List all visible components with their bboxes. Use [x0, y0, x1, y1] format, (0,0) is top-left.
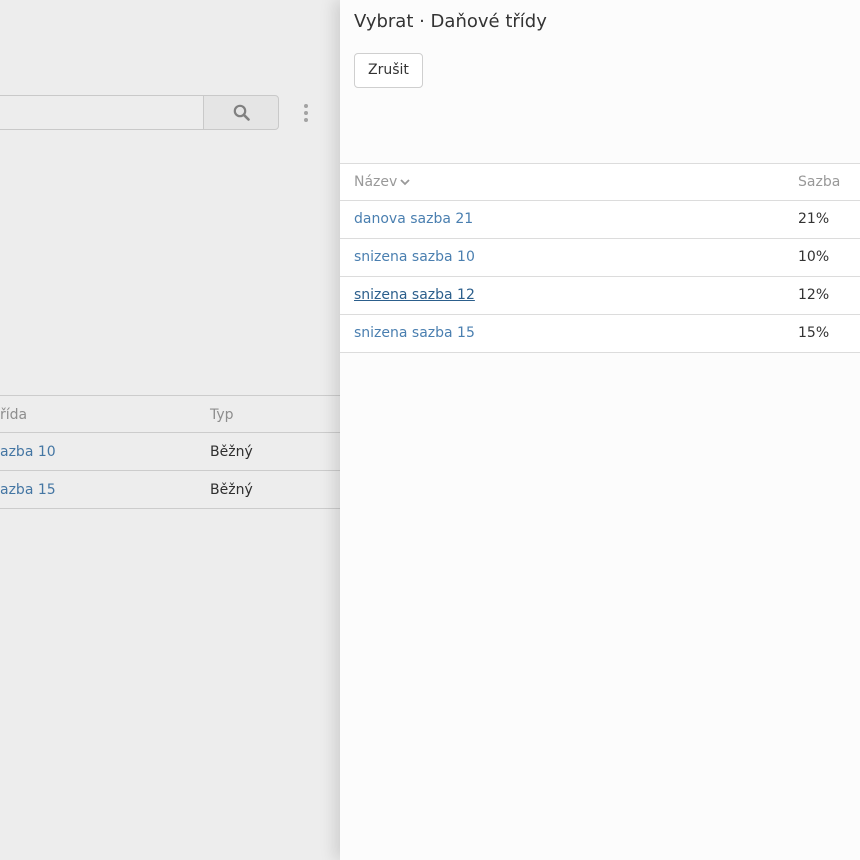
chevron-down-icon — [400, 178, 410, 185]
list-item: danova sazba 21 21% — [340, 201, 860, 239]
tax-class-link[interactable]: snizena sazba 12 — [354, 277, 475, 314]
tax-rate: 15% — [798, 325, 830, 341]
tax-class-link[interactable]: snizena sazba 15 — [354, 315, 475, 352]
cancel-button[interactable]: Zrušit — [354, 53, 423, 88]
column-header-rate[interactable]: Sazba — [798, 164, 840, 201]
tax-class-list: Název Sazba danova sazba 21 21% snizena … — [340, 163, 860, 353]
tax-rate: 10% — [798, 249, 830, 265]
column-header-name-label: Název — [354, 174, 398, 190]
tax-rate: 12% — [798, 287, 830, 303]
panel-title: Vybrat · Daňové třídy — [354, 11, 547, 32]
column-header-name[interactable]: Název — [354, 164, 410, 201]
list-item: snizena sazba 15 15% — [340, 315, 860, 353]
tax-class-link[interactable]: danova sazba 21 — [354, 201, 473, 238]
select-side-panel: Vybrat · Daňové třídy Zrušit Název Sazba… — [340, 0, 860, 860]
tax-class-link[interactable]: snizena sazba 10 — [354, 239, 475, 276]
tax-rate: 21% — [798, 211, 830, 227]
list-item: snizena sazba 12 12% — [340, 277, 860, 315]
list-header: Název Sazba — [340, 163, 860, 201]
list-item: snizena sazba 10 10% — [340, 239, 860, 277]
